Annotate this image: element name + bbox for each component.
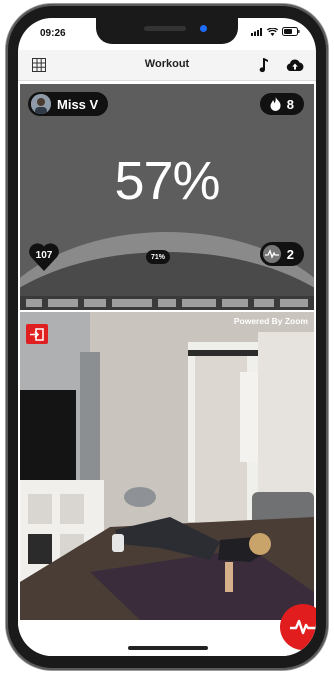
app-header: Workout (18, 50, 316, 81)
small-percent-badge: 71% (146, 250, 171, 264)
strip-segment (84, 299, 106, 307)
status-time: 09:26 (40, 28, 66, 39)
strip-segment (222, 299, 248, 307)
cloud-upload-icon (286, 59, 304, 71)
avatar-image (31, 94, 51, 114)
flame-icon (270, 97, 281, 111)
screen: 09:26 Workout Miss V 8 57% 107 71% 2 Pow… (18, 18, 316, 656)
bottom-area (18, 623, 316, 656)
zoom-video-feed[interactable]: Powered By Zoom (20, 312, 314, 620)
strip-segment (254, 299, 274, 307)
avatar (31, 94, 51, 114)
strip-segment (112, 299, 152, 307)
music-button[interactable] (254, 56, 272, 74)
zone-badge: 2 (259, 242, 304, 266)
battery-icon (282, 27, 300, 36)
music-note-icon (259, 58, 268, 73)
zone-count: 2 (286, 246, 294, 262)
user-badge[interactable]: Miss V (28, 92, 109, 116)
effort-percent: 57% (114, 151, 220, 211)
powered-by-zoom-label: Powered By Zoom (233, 316, 308, 326)
progress-strip (20, 296, 314, 310)
status-icons (251, 27, 300, 36)
strip-segment (48, 299, 78, 307)
strip-segment (158, 299, 176, 307)
exit-button[interactable] (26, 324, 48, 344)
notch (96, 18, 238, 44)
exit-icon (30, 327, 44, 341)
front-camera (200, 25, 207, 32)
flame-count: 8 (286, 96, 294, 112)
strip-segment (280, 299, 308, 307)
strip-segment (26, 299, 42, 307)
flame-points-badge: 8 (259, 93, 304, 115)
signal-icon (251, 27, 262, 36)
speaker (144, 26, 186, 31)
wifi-icon (267, 27, 278, 36)
cloud-upload-button[interactable] (286, 56, 304, 74)
strip-segment (182, 299, 216, 307)
pulse-fab-icon (290, 619, 316, 635)
workout-stats-panel: Miss V 8 57% 107 71% 2 (20, 84, 314, 296)
home-indicator[interactable] (128, 646, 208, 650)
phone-frame: 09:26 Workout Miss V 8 57% 107 71% 2 Pow… (6, 4, 328, 670)
heart-rate-value: 107 (35, 250, 53, 261)
user-name: Miss V (57, 96, 99, 112)
heart-rate-icon (262, 245, 281, 263)
video-scene (20, 312, 314, 620)
